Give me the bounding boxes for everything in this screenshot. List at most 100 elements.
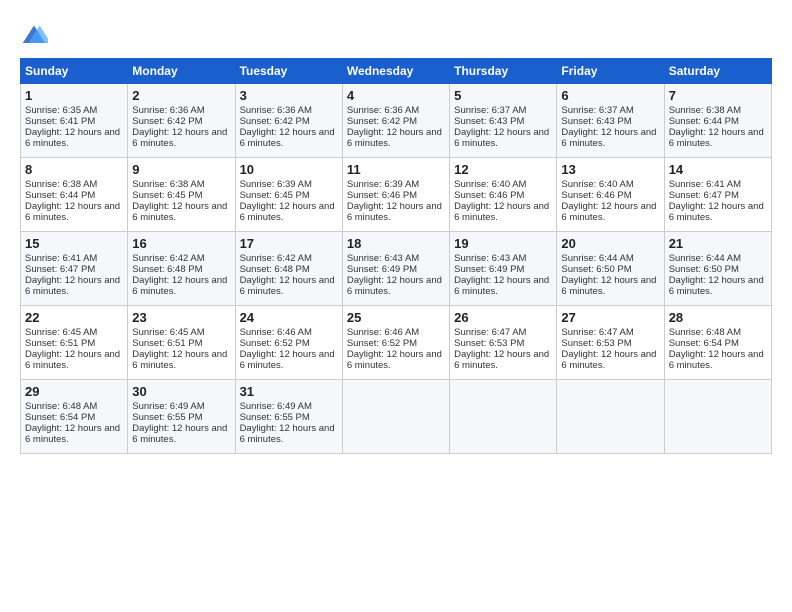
calendar-day-cell: 20Sunrise: 6:44 AMSunset: 6:50 PMDayligh… bbox=[557, 232, 664, 306]
sunrise-text: Sunrise: 6:37 AM bbox=[454, 105, 526, 116]
day-number: 18 bbox=[347, 236, 445, 251]
daylight-label: Daylight: 12 hours and 6 minutes. bbox=[561, 127, 656, 149]
calendar-day-cell: 26 Sunrise: 6:47 AMSunset: 6:53 PMDayligh… bbox=[450, 306, 557, 380]
sunset-text: Sunset: 6:43 PM bbox=[454, 116, 524, 127]
daylight-label: Daylight: 12 hours and 6 minutes. bbox=[25, 423, 120, 445]
sunset-text: Sunset: 6:47 PM bbox=[669, 190, 739, 201]
calendar-week-row: 29Sunrise: 6:48 AMSunset: 6:54 PMDayligh… bbox=[21, 380, 772, 454]
daylight-label: Daylight: 12 hours and 6 minutes. bbox=[132, 349, 227, 371]
sunset-text: Sunset: 6:49 PM bbox=[454, 264, 524, 275]
calendar-day-cell: 12Sunrise: 6:40 AMSunset: 6:46 PMDayligh… bbox=[450, 158, 557, 232]
day-number: 23 bbox=[132, 310, 230, 325]
calendar-header-row: SundayMondayTuesdayWednesdayThursdayFrid… bbox=[21, 59, 772, 84]
sunrise-text: Sunrise: 6:44 AM bbox=[669, 253, 741, 264]
daylight-label: Daylight: 12 hours and 6 minutes. bbox=[25, 349, 120, 371]
daylight-label: Daylight: 12 hours and 6 minutes. bbox=[669, 349, 764, 371]
sunrise-text: Sunrise: 6:39 AM bbox=[240, 179, 312, 190]
day-number: 7 bbox=[669, 88, 767, 103]
sunset-text: Sunset: 6:50 PM bbox=[669, 264, 739, 275]
daylight-label: Daylight: 12 hours and 6 minutes. bbox=[25, 275, 120, 297]
calendar-day-cell: 29Sunrise: 6:48 AMSunset: 6:54 PMDayligh… bbox=[21, 380, 128, 454]
page: SundayMondayTuesdayWednesdayThursdayFrid… bbox=[0, 0, 792, 612]
day-number: 15 bbox=[25, 236, 123, 251]
sunrise-text: Sunrise: 6:48 AM bbox=[25, 401, 97, 412]
sunrise-text: Sunrise: 6:49 AM bbox=[240, 401, 312, 412]
daylight-label: Daylight: 12 hours and 6 minutes. bbox=[669, 275, 764, 297]
sunrise-text: Sunrise: 6:47 AM bbox=[454, 327, 526, 338]
sunset-text: Sunset: 6:49 PM bbox=[347, 264, 417, 275]
day-number: 3 bbox=[240, 88, 338, 103]
calendar-header-cell: Saturday bbox=[664, 59, 771, 84]
day-number: 24 bbox=[240, 310, 338, 325]
sunset-text: Sunset: 6:42 PM bbox=[132, 116, 202, 127]
daylight-label: Daylight: 12 hours and 6 minutes. bbox=[240, 127, 335, 149]
sunrise-text: Sunrise: 6:42 AM bbox=[132, 253, 204, 264]
calendar-day-cell: 25Sunrise: 6:46 AMSunset: 6:52 PMDayligh… bbox=[342, 306, 449, 380]
calendar-header-cell: Wednesday bbox=[342, 59, 449, 84]
day-number: 30 bbox=[132, 384, 230, 399]
calendar-day-cell bbox=[664, 380, 771, 454]
sunset-text: Sunset: 6:53 PM bbox=[454, 338, 524, 349]
calendar-day-cell: 5Sunrise: 6:37 AMSunset: 6:43 PMDaylight… bbox=[450, 84, 557, 158]
sunrise-text: Sunrise: 6:35 AM bbox=[25, 105, 97, 116]
sunset-text: Sunset: 6:52 PM bbox=[347, 338, 417, 349]
day-number: 11 bbox=[347, 162, 445, 177]
sunset-text: Sunset: 6:51 PM bbox=[132, 338, 202, 349]
daylight-label: Daylight: 12 hours and 6 minutes. bbox=[347, 127, 442, 149]
calendar-header-cell: Thursday bbox=[450, 59, 557, 84]
sunrise-text: Sunrise: 6:37 AM bbox=[561, 105, 633, 116]
sunrise-text: Sunrise: 6:46 AM bbox=[240, 327, 312, 338]
calendar-day-cell: 2Sunrise: 6:36 AMSunset: 6:42 PMDaylight… bbox=[128, 84, 235, 158]
day-number: 25 bbox=[347, 310, 445, 325]
calendar-day-cell: 30Sunrise: 6:49 AMSunset: 6:55 PMDayligh… bbox=[128, 380, 235, 454]
sunrise-text: Sunrise: 6:49 AM bbox=[132, 401, 204, 412]
sunset-text: Sunset: 6:46 PM bbox=[454, 190, 524, 201]
calendar-header-cell: Monday bbox=[128, 59, 235, 84]
daylight-label: Daylight: 12 hours and 6 minutes. bbox=[669, 127, 764, 149]
calendar-day-cell: 19Sunrise: 6:43 AMSunset: 6:49 PMDayligh… bbox=[450, 232, 557, 306]
sunset-text: Sunset: 6:53 PM bbox=[561, 338, 631, 349]
sunset-text: Sunset: 6:46 PM bbox=[347, 190, 417, 201]
sunrise-text: Sunrise: 6:45 AM bbox=[132, 327, 204, 338]
sunrise-text: Sunrise: 6:36 AM bbox=[347, 105, 419, 116]
daylight-label: Daylight: 12 hours and 6 minutes. bbox=[454, 349, 549, 371]
day-number: 8 bbox=[25, 162, 123, 177]
sunset-text: Sunset: 6:45 PM bbox=[240, 190, 310, 201]
sunset-text: Sunset: 6:48 PM bbox=[132, 264, 202, 275]
sunset-text: Sunset: 6:42 PM bbox=[240, 116, 310, 127]
day-number: 5 bbox=[454, 88, 552, 103]
day-number: 4 bbox=[347, 88, 445, 103]
sunrise-text: Sunrise: 6:44 AM bbox=[561, 253, 633, 264]
daylight-label: Daylight: 12 hours and 6 minutes. bbox=[454, 275, 549, 297]
sunrise-text: Sunrise: 6:43 AM bbox=[347, 253, 419, 264]
sunset-text: Sunset: 6:42 PM bbox=[347, 116, 417, 127]
sunset-text: Sunset: 6:47 PM bbox=[25, 264, 95, 275]
calendar-day-cell: 22Sunrise: 6:45 AMSunset: 6:51 PMDayligh… bbox=[21, 306, 128, 380]
sunrise-text: Sunrise: 6:38 AM bbox=[132, 179, 204, 190]
calendar-header-cell: Friday bbox=[557, 59, 664, 84]
day-number: 22 bbox=[25, 310, 123, 325]
calendar-day-cell bbox=[342, 380, 449, 454]
sunrise-text: Sunrise: 6:38 AM bbox=[669, 105, 741, 116]
sunset-text: Sunset: 6:45 PM bbox=[132, 190, 202, 201]
daylight-label: Daylight: 12 hours and 6 minutes. bbox=[132, 275, 227, 297]
calendar-week-row: 15Sunrise: 6:41 AMSunset: 6:47 PMDayligh… bbox=[21, 232, 772, 306]
sunrise-text: Sunrise: 6:42 AM bbox=[240, 253, 312, 264]
daylight-label: Daylight: 12 hours and 6 minutes. bbox=[347, 349, 442, 371]
calendar-day-cell: 14Sunrise: 6:41 AMSunset: 6:47 PMDayligh… bbox=[664, 158, 771, 232]
day-number: 10 bbox=[240, 162, 338, 177]
sunrise-text: Sunrise: 6:36 AM bbox=[132, 105, 204, 116]
calendar-day-cell: 11Sunrise: 6:39 AMSunset: 6:46 PMDayligh… bbox=[342, 158, 449, 232]
daylight-label: Daylight: 12 hours and 6 minutes. bbox=[240, 349, 335, 371]
daylight-label: Daylight: 12 hours and 6 minutes. bbox=[240, 275, 335, 297]
header bbox=[20, 18, 772, 50]
calendar-day-cell: 13Sunrise: 6:40 AMSunset: 6:46 PMDayligh… bbox=[557, 158, 664, 232]
sunrise-text: Sunrise: 6:43 AM bbox=[454, 253, 526, 264]
daylight-label: Daylight: 12 hours and 6 minutes. bbox=[561, 201, 656, 223]
sunrise-text: Sunrise: 6:36 AM bbox=[240, 105, 312, 116]
calendar-week-row: 1Sunrise: 6:35 AMSunset: 6:41 PMDaylight… bbox=[21, 84, 772, 158]
day-number: 29 bbox=[25, 384, 123, 399]
day-number: 26 bbox=[454, 310, 552, 325]
sunset-text: Sunset: 6:55 PM bbox=[240, 412, 310, 423]
logo bbox=[20, 22, 52, 50]
